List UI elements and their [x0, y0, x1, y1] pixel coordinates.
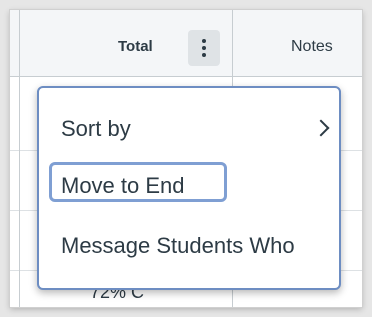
- vertical-ellipsis-icon-dot: [202, 46, 206, 50]
- menu-item-label: Sort by: [61, 116, 131, 141]
- menu-item-label: Message Students Who: [61, 233, 295, 258]
- column-options-menu: Sort by Move to End Message Students Who: [37, 86, 341, 290]
- screenshot-frame: Total Notes 72% C Sort by Move to End Me…: [10, 10, 362, 307]
- column-options-button[interactable]: [188, 30, 220, 66]
- menu-item-move-to-end[interactable]: Move to End: [39, 162, 339, 206]
- menu-item-sort-by[interactable]: Sort by: [39, 108, 339, 148]
- vertical-ellipsis-icon-dot: [202, 53, 206, 57]
- menu-item-message-students-who[interactable]: Message Students Who: [39, 225, 339, 265]
- column-header-label: Notes: [291, 38, 333, 55]
- column-header-total[interactable]: Total: [20, 10, 232, 76]
- column-header-label: Total: [118, 38, 153, 55]
- vertical-ellipsis-icon: [202, 39, 206, 43]
- menu-item-label: Move to End: [61, 173, 185, 198]
- column-header-notes[interactable]: Notes: [233, 10, 362, 76]
- chevron-right-icon: [312, 119, 330, 137]
